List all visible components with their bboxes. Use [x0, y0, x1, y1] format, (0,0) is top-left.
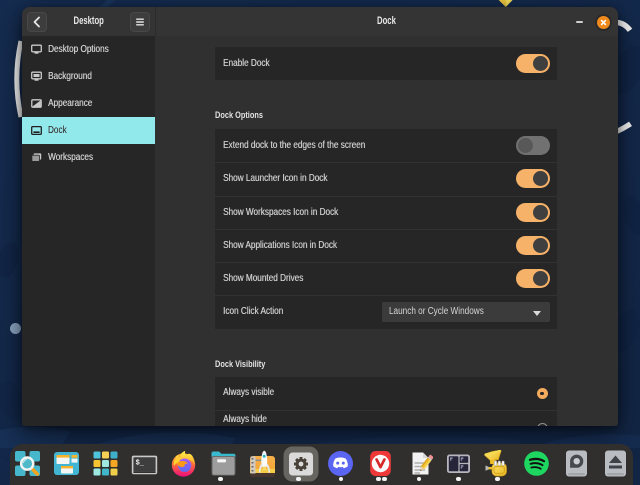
svg-text:$_: $_ [136, 460, 145, 468]
